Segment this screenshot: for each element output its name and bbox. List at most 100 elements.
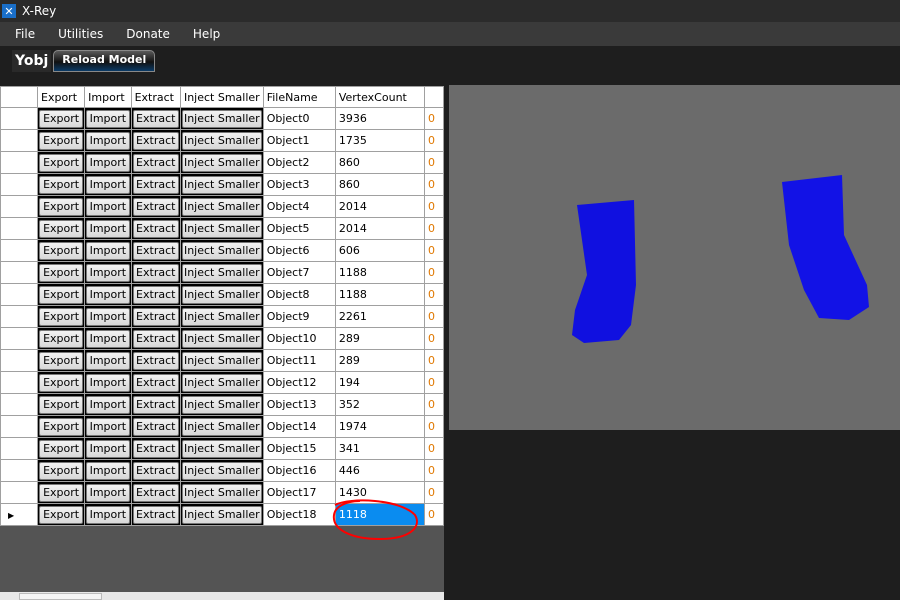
filename-cell[interactable]: Object13	[262, 393, 336, 416]
filename-cell[interactable]: Object14	[262, 415, 336, 438]
table-row[interactable]: Export Import Extract Inject Smaller Object5…	[0, 217, 444, 240]
partial-cell[interactable]: 0	[423, 349, 444, 372]
extract-button[interactable]: Extract	[132, 417, 179, 436]
table-row[interactable]: Export Import Extract Inject Smaller Object1…	[0, 129, 444, 152]
inject-smaller-button[interactable]: Inject Smaller	[181, 241, 262, 260]
table-row[interactable]: Export Import Extract Inject Smaller Object1…	[0, 349, 444, 372]
import-button[interactable]: Import	[86, 197, 130, 216]
export-button[interactable]: Export	[39, 307, 84, 326]
partial-cell[interactable]: 0	[423, 459, 444, 482]
vertexcount-cell[interactable]: 194	[334, 371, 425, 394]
vertexcount-cell[interactable]: 3936	[334, 107, 425, 130]
inject-smaller-button[interactable]: Inject Smaller	[181, 439, 262, 458]
import-button[interactable]: Import	[86, 219, 130, 238]
extract-button[interactable]: Extract	[132, 461, 179, 480]
table-row[interactable]: Export Import Extract Inject Smaller Object2…	[0, 151, 444, 174]
vertexcount-cell[interactable]: 289	[334, 349, 425, 372]
partial-cell[interactable]: 0	[423, 371, 444, 394]
filename-cell[interactable]: Object9	[262, 305, 336, 328]
row-header[interactable]	[0, 481, 38, 504]
scrollbar-thumb[interactable]	[19, 593, 102, 600]
row-header[interactable]	[0, 107, 38, 130]
export-button[interactable]: Export	[39, 175, 84, 194]
import-button[interactable]: Import	[86, 417, 130, 436]
3d-viewport[interactable]	[449, 85, 900, 430]
partial-cell[interactable]: 0	[423, 107, 444, 130]
table-row[interactable]: Export Import Extract Inject Smaller Object8…	[0, 283, 444, 306]
table-row[interactable]: Export Import Extract Inject Smaller Object0…	[0, 107, 444, 130]
inject-smaller-button[interactable]: Inject Smaller	[181, 219, 262, 238]
vertexcount-cell[interactable]: 860	[334, 151, 425, 174]
vertexcount-cell[interactable]: 1188	[334, 261, 425, 284]
filename-cell[interactable]: Object8	[262, 283, 336, 306]
export-button[interactable]: Export	[39, 395, 84, 414]
extract-button[interactable]: Extract	[132, 395, 179, 414]
menu-file[interactable]: File	[0, 27, 43, 41]
filename-cell[interactable]: Object6	[262, 239, 336, 262]
import-button[interactable]: Import	[86, 351, 130, 370]
vertexcount-cell[interactable]: 1735	[334, 129, 425, 152]
import-button[interactable]: Import	[86, 131, 130, 150]
row-header[interactable]	[0, 305, 38, 328]
extract-button[interactable]: Extract	[132, 373, 179, 392]
partial-cell[interactable]: 0	[423, 261, 444, 284]
extract-button[interactable]: Extract	[132, 439, 179, 458]
extract-button[interactable]: Extract	[132, 219, 179, 238]
export-button[interactable]: Export	[39, 219, 84, 238]
inject-smaller-button[interactable]: Inject Smaller	[181, 263, 262, 282]
table-row[interactable]: Export Import Extract Inject Smaller Object1…	[0, 459, 444, 482]
vertexcount-cell[interactable]: 1974	[334, 415, 425, 438]
export-button[interactable]: Export	[39, 505, 84, 524]
row-header[interactable]	[0, 261, 38, 284]
export-button[interactable]: Export	[39, 439, 84, 458]
inject-smaller-button[interactable]: Inject Smaller	[181, 483, 262, 502]
row-header[interactable]	[0, 459, 38, 482]
filename-cell[interactable]: Object10	[262, 327, 336, 350]
partial-cell[interactable]: 0	[423, 503, 444, 526]
table-row[interactable]: Export Import Extract Inject Smaller Object3…	[0, 173, 444, 196]
table-row[interactable]: Export Import Extract Inject Smaller Object7…	[0, 261, 444, 284]
vertexcount-cell[interactable]: 860	[334, 173, 425, 196]
col-inject-smaller[interactable]: Inject Smaller	[179, 86, 264, 108]
col-partial[interactable]	[423, 86, 444, 108]
row-header[interactable]	[0, 393, 38, 416]
import-button[interactable]: Import	[86, 395, 130, 414]
col-vertexcount[interactable]: VertexCount	[334, 86, 425, 108]
inject-smaller-button[interactable]: Inject Smaller	[181, 505, 262, 524]
filename-cell[interactable]: Object0	[262, 107, 336, 130]
import-button[interactable]: Import	[86, 109, 130, 128]
extract-button[interactable]: Extract	[132, 241, 179, 260]
partial-cell[interactable]: 0	[423, 129, 444, 152]
table-row[interactable]: Export Import Extract Inject Smaller Object4…	[0, 195, 444, 218]
extract-button[interactable]: Extract	[132, 175, 179, 194]
row-header[interactable]	[0, 283, 38, 306]
import-button[interactable]: Import	[86, 285, 130, 304]
inject-smaller-button[interactable]: Inject Smaller	[181, 461, 262, 480]
import-button[interactable]: Import	[86, 153, 130, 172]
import-button[interactable]: Import	[86, 505, 130, 524]
table-row[interactable]: Export Import Extract Inject Smaller Object1…	[0, 415, 444, 438]
inject-smaller-button[interactable]: Inject Smaller	[181, 131, 262, 150]
filename-cell[interactable]: Object1	[262, 129, 336, 152]
partial-cell[interactable]: 0	[423, 173, 444, 196]
row-header[interactable]	[0, 415, 38, 438]
import-button[interactable]: Import	[86, 241, 130, 260]
vertexcount-cell[interactable]: 352	[334, 393, 425, 416]
row-header[interactable]	[0, 327, 38, 350]
filename-cell[interactable]: Object12	[262, 371, 336, 394]
row-header[interactable]	[0, 195, 38, 218]
table-row[interactable]: Export Import Extract Inject Smaller Object1…	[0, 437, 444, 460]
export-button[interactable]: Export	[39, 461, 84, 480]
export-button[interactable]: Export	[39, 373, 84, 392]
extract-button[interactable]: Extract	[132, 285, 179, 304]
table-row[interactable]: Export Import Extract Inject Smaller Object9…	[0, 305, 444, 328]
partial-cell[interactable]: 0	[423, 239, 444, 262]
export-button[interactable]: Export	[39, 417, 84, 436]
export-button[interactable]: Export	[39, 241, 84, 260]
export-button[interactable]: Export	[39, 285, 84, 304]
extract-button[interactable]: Extract	[132, 329, 179, 348]
filename-cell[interactable]: Object7	[262, 261, 336, 284]
inject-smaller-button[interactable]: Inject Smaller	[181, 417, 262, 436]
partial-cell[interactable]: 0	[423, 283, 444, 306]
row-header[interactable]	[0, 437, 38, 460]
